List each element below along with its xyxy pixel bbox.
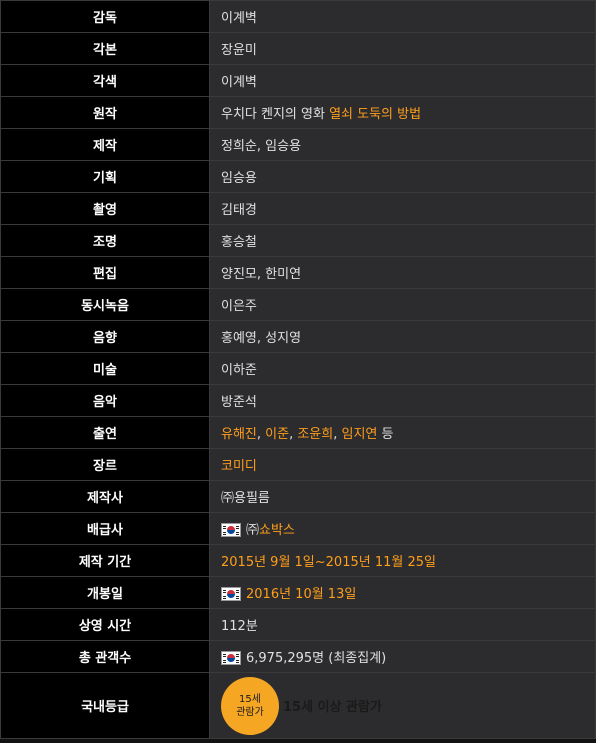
row-distributor: 배급사 ㈜쇼박스 — [0, 512, 596, 545]
label-production-period: 제작 기간 — [0, 544, 210, 577]
distributor-prefix: ㈜ — [246, 523, 260, 538]
row-cast: 출연 유해진, 이준, 조윤희, 임지연 등 — [0, 416, 596, 449]
row-production-company: 제작사 ㈜용필름 — [0, 480, 596, 513]
value-total-audience: 6,975,295명 (최종집계) — [209, 640, 596, 673]
value-cast: 유해진, 이준, 조윤희, 임지연 등 — [209, 416, 596, 449]
row-screenplay: 각본 장윤미 — [0, 32, 596, 65]
value-production: 정희순, 임승용 — [209, 128, 596, 161]
value-distributor: ㈜쇼박스 — [209, 512, 596, 545]
label-release-date: 개봉일 — [0, 576, 210, 609]
value-production-period: 2015년 9월 1일~2015년 11월 25일 — [209, 544, 596, 577]
value-screenplay: 장윤미 — [209, 32, 596, 65]
row-lighting: 조명 홍승철 — [0, 224, 596, 257]
original-work-link[interactable]: 열쇠 도둑의 방법 — [329, 107, 421, 122]
value-lighting: 홍승철 — [209, 224, 596, 257]
value-adaptation: 이계벽 — [209, 64, 596, 97]
label-screenplay: 각본 — [0, 32, 210, 65]
cast-separator: , — [333, 427, 342, 442]
label-runtime: 상영 시간 — [0, 608, 210, 641]
row-adaptation: 각색 이계벽 — [0, 64, 596, 97]
value-director: 이계벽 — [209, 0, 596, 33]
label-planning: 기획 — [0, 160, 210, 193]
row-production-period: 제작 기간 2015년 9월 1일~2015년 11월 25일 — [0, 544, 596, 577]
label-sound-recording: 동시녹음 — [0, 288, 210, 321]
row-genre: 장르 코미디 — [0, 448, 596, 481]
row-planning: 기획 임승용 — [0, 160, 596, 193]
label-total-audience: 총 관객수 — [0, 640, 210, 673]
value-sound: 홍예영, 성지영 — [209, 320, 596, 353]
label-lighting: 조명 — [0, 224, 210, 257]
value-production-company: ㈜용필름 — [209, 480, 596, 513]
row-sound-recording: 동시녹음 이은주 — [0, 288, 596, 321]
row-music: 음악 방준석 — [0, 384, 596, 417]
row-release-date: 개봉일 2016년 10월 13일 — [0, 576, 596, 609]
south-korea-flag-icon — [221, 523, 241, 537]
genre-link[interactable]: 코미디 — [221, 459, 257, 474]
row-domestic-rating: 국내등급 15세 관람가 15세 이상 관람가 — [0, 672, 596, 739]
value-domestic-rating: 15세 관람가 15세 이상 관람가 — [209, 672, 596, 739]
label-editing: 편집 — [0, 256, 210, 289]
value-genre: 코미디 — [209, 448, 596, 481]
row-art: 미술 이하준 — [0, 352, 596, 385]
age-15-rating-badge-icon: 15세 관람가 — [221, 676, 279, 735]
row-runtime: 상영 시간 112분 — [0, 608, 596, 641]
row-original-work: 원작 우치다 켄지의 영화 열쇠 도둑의 방법 — [0, 96, 596, 129]
south-korea-flag-icon — [221, 587, 241, 601]
cast-link[interactable]: 유해진 — [221, 427, 257, 442]
value-cinematography: 김태경 — [209, 192, 596, 225]
value-music: 방준석 — [209, 384, 596, 417]
cast-separator: , — [256, 427, 266, 442]
label-original-work: 원작 — [0, 96, 210, 129]
label-music: 음악 — [0, 384, 210, 417]
value-art: 이하준 — [209, 352, 596, 385]
cast-link[interactable]: 조윤희 — [297, 427, 333, 442]
production-period-link[interactable]: 2015년 9월 1일~2015년 11월 25일 — [221, 555, 436, 570]
row-director: 감독 이계벽 — [0, 0, 596, 33]
value-release-date: 2016년 10월 13일 — [209, 576, 596, 609]
label-genre: 장르 — [0, 448, 210, 481]
value-original-work: 우치다 켄지의 영화 열쇠 도둑의 방법 — [209, 96, 596, 129]
original-work-prefix: 우치다 켄지의 영화 — [221, 107, 330, 122]
cast-link[interactable]: 이준 — [265, 427, 289, 442]
value-sound-recording: 이은주 — [209, 288, 596, 321]
rating-text: 15세 이상 관람가 — [283, 700, 382, 715]
label-distributor: 배급사 — [0, 512, 210, 545]
row-cinematography: 촬영 김태경 — [0, 192, 596, 225]
release-date-link[interactable]: 2016년 10월 13일 — [246, 587, 356, 602]
label-art: 미술 — [0, 352, 210, 385]
total-audience-text: 6,975,295명 (최종집계) — [246, 651, 387, 666]
label-production: 제작 — [0, 128, 210, 161]
cast-suffix: 등 — [377, 427, 394, 442]
row-sound: 음향 홍예영, 성지영 — [0, 320, 596, 353]
row-production: 제작 정희순, 임승용 — [0, 128, 596, 161]
label-sound: 음향 — [0, 320, 210, 353]
badge-line-viewing: 관람가 — [236, 706, 264, 718]
value-editing: 양진모, 한미연 — [209, 256, 596, 289]
value-planning: 임승용 — [209, 160, 596, 193]
label-adaptation: 각색 — [0, 64, 210, 97]
film-info-table: 감독 이계벽 각본 장윤미 각색 이계벽 원작 우치다 켄지의 영화 열쇠 도둑… — [0, 0, 596, 739]
south-korea-flag-icon — [221, 651, 241, 665]
row-total-audience: 총 관객수 6,975,295명 (최종집계) — [0, 640, 596, 673]
cast-link[interactable]: 임지연 — [342, 427, 378, 442]
distributor-link[interactable]: 쇼박스 — [259, 523, 295, 538]
label-domestic-rating: 국내등급 — [0, 672, 210, 739]
badge-line-age: 15세 — [239, 693, 261, 705]
label-cast: 출연 — [0, 416, 210, 449]
label-cinematography: 촬영 — [0, 192, 210, 225]
row-editing: 편집 양진모, 한미연 — [0, 256, 596, 289]
label-director: 감독 — [0, 0, 210, 33]
value-runtime: 112분 — [209, 608, 596, 641]
label-production-company: 제작사 — [0, 480, 210, 513]
